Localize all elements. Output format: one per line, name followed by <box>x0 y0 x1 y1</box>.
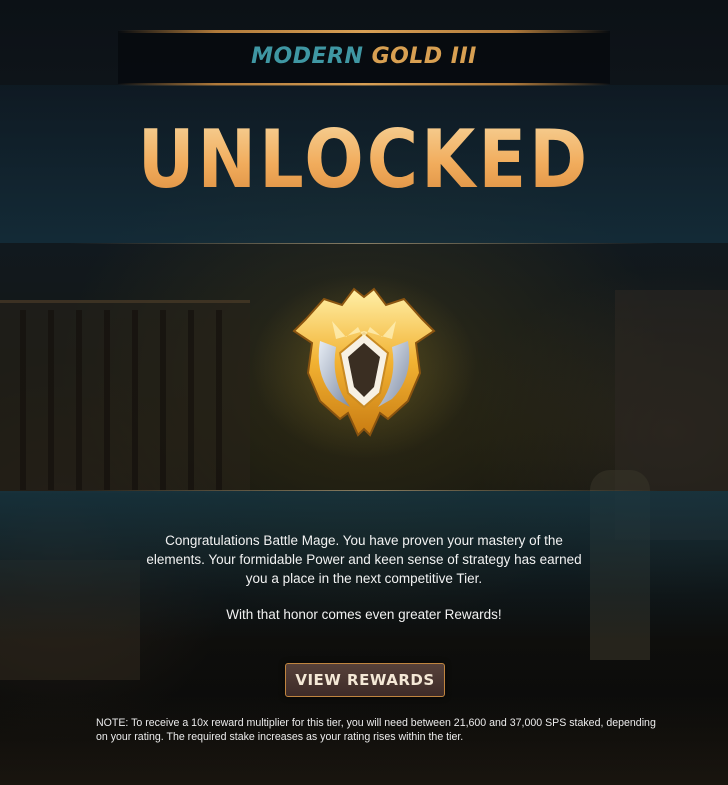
view-rewards-button[interactable]: VIEW REWARDS <box>285 663 445 697</box>
rewards-teaser-text: With that honor comes even greater Rewar… <box>226 607 502 622</box>
congratulations-text: Congratulations Battle Mage. You have pr… <box>146 533 582 586</box>
gold-league-shield-icon <box>292 287 436 437</box>
tier-title: MODERN GOLD III <box>0 44 728 69</box>
background-cage-bars <box>20 310 240 490</box>
banner-top-border <box>118 30 610 33</box>
tier-format-label: MODERN <box>251 44 364 69</box>
tier-name-label: GOLD III <box>371 44 477 69</box>
unlocked-headline: UNLOCKED <box>0 112 728 206</box>
stake-requirement-note: NOTE: To receive a 10x reward multiplier… <box>96 717 656 743</box>
